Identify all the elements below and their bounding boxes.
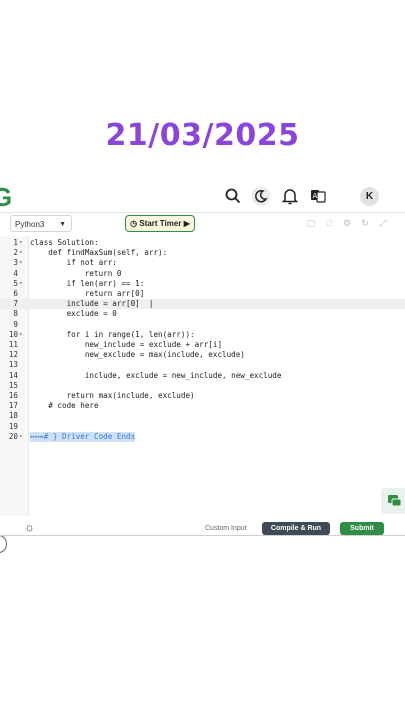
code-text: class Solution: xyxy=(30,238,99,247)
line-number: 4 xyxy=(13,268,18,278)
submit-button[interactable]: Submit xyxy=(340,522,384,535)
line-number: 6 xyxy=(13,289,18,298)
code-text: include, exclude = new_include, new_excl… xyxy=(30,370,282,380)
code-text: ↔↔↔# } Driver Code Ends xyxy=(30,431,136,442)
code-line[interactable]: 6 return arr[0] xyxy=(0,289,405,299)
code-line[interactable]: 14 include, exclude = new_include, new_e… xyxy=(0,371,405,381)
line-number: 1 xyxy=(13,238,18,247)
code-line[interactable]: 18 xyxy=(0,411,405,421)
compile-run-button[interactable]: Compile & Run xyxy=(262,522,330,535)
divider xyxy=(0,535,405,536)
fold-arrow-icon[interactable]: ▾ xyxy=(19,330,23,340)
clock-icon: ◷ xyxy=(130,219,138,228)
line-number: 14 xyxy=(8,370,18,380)
search-icon[interactable] xyxy=(224,187,242,205)
moon-icon[interactable] xyxy=(251,186,271,206)
line-number: 16 xyxy=(8,391,18,400)
code-text: return 0 xyxy=(30,268,122,278)
code-line[interactable]: 5 ▾ if len(arr) == 1: xyxy=(0,279,405,289)
line-number: 5 xyxy=(13,278,18,288)
language-select[interactable]: Python3 ▼ xyxy=(10,215,72,232)
language-value: Python3 xyxy=(15,220,45,229)
fullscreen-icon[interactable]: ⤢ xyxy=(378,218,388,228)
code-text: if not arr: xyxy=(30,258,117,268)
code-line[interactable]: 8 exclude = 0 xyxy=(0,309,405,319)
line-number: 13 xyxy=(8,360,18,370)
line-number: 12 xyxy=(8,350,18,360)
line-number: 20 xyxy=(8,431,18,441)
code-line[interactable]: 20 ▾ ↔↔↔# } Driver Code Ends xyxy=(0,431,405,442)
code-line[interactable]: 9 xyxy=(0,320,405,330)
chat-icon[interactable] xyxy=(381,488,405,514)
code-text: exclude = 0 xyxy=(30,309,117,319)
line-number: 10 xyxy=(8,329,18,339)
code-text: # code here xyxy=(30,401,99,411)
settings-icon[interactable]: ⚙ xyxy=(342,218,352,228)
code-line[interactable]: 13 xyxy=(0,360,405,370)
chat-bubble-icon xyxy=(388,495,402,507)
code-text: for i in range(1, len(arr)): xyxy=(30,329,195,339)
code-line[interactable]: 15 xyxy=(0,381,405,391)
top-navbar: G A K xyxy=(0,180,405,213)
code-text: new_include = exclude + arr[i] xyxy=(30,340,223,349)
fold-arrow-icon[interactable]: ▾ xyxy=(19,432,23,442)
code-text: return arr[0] xyxy=(30,289,145,298)
date-overlay: 21/03/2025 xyxy=(105,118,300,153)
editor-footer: ☼ Custom Input Compile & Run Submit xyxy=(0,519,405,535)
line-number: 9 xyxy=(13,319,18,329)
code-text: include = arr[0] | xyxy=(30,299,154,309)
line-number: 3 xyxy=(13,258,18,268)
code-line[interactable]: 19 xyxy=(0,422,405,432)
code-text: def findMaxSum(self, arr): xyxy=(30,248,168,258)
code-line[interactable]: 17 # code here xyxy=(0,401,405,411)
fold-arrow-icon[interactable]: ▾ xyxy=(19,279,23,289)
start-timer-button[interactable]: ◷ Start Timer ▶ xyxy=(125,215,195,232)
line-number: 17 xyxy=(8,401,18,411)
code-line[interactable]: 12 new_exclude = max(include, exclude) xyxy=(0,350,405,360)
copy-icon[interactable]: ▢ xyxy=(306,218,316,228)
fold-arrow-icon[interactable]: ▾ xyxy=(19,238,23,248)
avatar[interactable]: K xyxy=(360,187,379,206)
line-number: 15 xyxy=(8,380,18,390)
bell-icon[interactable] xyxy=(281,187,299,205)
paste-icon[interactable]: □ xyxy=(324,218,334,228)
chevron-down-icon: ▼ xyxy=(59,221,66,228)
code-text: new_exclude = max(include, exclude) xyxy=(30,350,245,360)
code-line[interactable]: 16 return max(include, exclude) xyxy=(0,391,405,401)
code-editor-app: G A K Python3 ▼ ◷ Start Timer ▶ ▢ □ ⚙ ↻ … xyxy=(0,180,405,553)
line-number: 11 xyxy=(8,340,18,349)
code-line[interactable]: 7 include = arr[0] | xyxy=(0,299,405,310)
gfg-logo[interactable]: G xyxy=(0,182,12,213)
fold-arrow-icon[interactable]: ▾ xyxy=(19,258,23,268)
editor-toolbar: Python3 ▼ ◷ Start Timer ▶ ▢ □ ⚙ ↻ ⤢ xyxy=(0,213,405,235)
line-number: 19 xyxy=(8,421,18,431)
fold-arrow-icon[interactable]: ▾ xyxy=(19,248,23,258)
svg-text:A: A xyxy=(313,192,318,200)
code-line[interactable]: 3 ▾ if not arr: xyxy=(0,258,405,268)
code-editor[interactable]: 1 ▾ class Solution: 2 ▾ def findMaxSum(self,… xyxy=(0,236,405,516)
code-line[interactable]: 1 ▾ class Solution: xyxy=(0,238,405,248)
code-line[interactable]: 11 new_include = exclude + arr[i] xyxy=(0,340,405,350)
expand-panel-icon[interactable]: › xyxy=(0,535,7,553)
line-number: 18 xyxy=(8,411,18,421)
start-timer-label: Start Timer xyxy=(139,219,182,228)
translate-icon[interactable]: A xyxy=(309,187,327,205)
refresh-icon[interactable]: ↻ xyxy=(360,218,370,228)
line-number: 2 xyxy=(13,248,18,258)
code-line[interactable]: 10 ▾ for i in range(1, len(arr)): xyxy=(0,330,405,340)
code-line[interactable]: 2 ▾ def findMaxSum(self, arr): xyxy=(0,248,405,258)
line-number: 7 xyxy=(13,299,18,309)
line-number: 8 xyxy=(13,309,18,319)
custom-input-button[interactable]: Custom Input xyxy=(205,525,247,532)
code-text: if len(arr) == 1: xyxy=(30,278,145,288)
settings-gear-icon[interactable]: ☼ xyxy=(24,521,35,533)
play-icon: ▶ xyxy=(183,219,190,228)
code-text: return max(include, exclude) xyxy=(30,391,195,400)
code-line[interactable]: 4 return 0 xyxy=(0,269,405,279)
